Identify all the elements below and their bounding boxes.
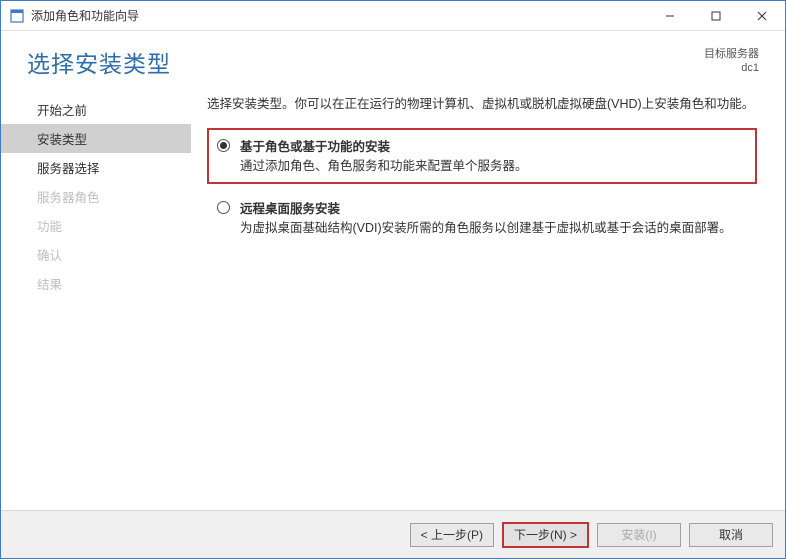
maximize-button[interactable] <box>693 1 739 31</box>
nav-features: 功能 <box>1 211 191 240</box>
option-remote-desktop-desc: 为虚拟桌面基础结构(VDI)安装所需的角色服务以创建基于虚拟机或基于会话的桌面部… <box>240 219 747 238</box>
nav-installation-type[interactable]: 安装类型 <box>1 124 191 153</box>
next-button[interactable]: 下一步(N) > <box>502 522 589 548</box>
minimize-button[interactable] <box>647 1 693 31</box>
previous-button[interactable]: < 上一步(P) <box>410 523 494 547</box>
nav-results: 结果 <box>1 269 191 298</box>
wizard-footer: < 上一步(P) 下一步(N) > 安装(I) 取消 <box>1 510 785 558</box>
titlebar: 添加角色和功能向导 <box>1 1 785 31</box>
content-description: 选择安装类型。你可以在正在运行的物理计算机、虚拟机或脱机虚拟硬盘(VHD)上安装… <box>207 95 757 114</box>
option-remote-desktop-title: 远程桌面服务安装 <box>240 198 747 217</box>
page-title: 选择安装类型 <box>27 45 171 79</box>
nav-confirmation: 确认 <box>1 240 191 269</box>
wizard-window: 添加角色和功能向导 选择安装类型 目标服务器 dc1 开始之前 安装类型 服务器… <box>0 0 786 559</box>
target-server-label: 目标服务器 <box>704 47 759 61</box>
nav-before-you-begin[interactable]: 开始之前 <box>1 95 191 124</box>
radio-remote-desktop[interactable] <box>217 201 230 214</box>
option-remote-desktop-text: 远程桌面服务安装 为虚拟桌面基础结构(VDI)安装所需的角色服务以创建基于虚拟机… <box>240 198 747 238</box>
nav-server-selection[interactable]: 服务器选择 <box>1 153 191 182</box>
app-icon <box>9 8 25 24</box>
cancel-button[interactable]: 取消 <box>689 523 773 547</box>
target-server-block: 目标服务器 dc1 <box>704 47 759 76</box>
radio-role-based[interactable] <box>217 139 230 152</box>
option-role-based-desc: 通过添加角色、角色服务和功能来配置单个服务器。 <box>240 157 747 176</box>
nav-server-roles: 服务器角色 <box>1 182 191 211</box>
install-button: 安装(I) <box>597 523 681 547</box>
window-title: 添加角色和功能向导 <box>31 7 647 24</box>
close-button[interactable] <box>739 1 785 31</box>
option-role-based-title: 基于角色或基于功能的安装 <box>240 136 747 155</box>
wizard-body: 开始之前 安装类型 服务器选择 服务器角色 功能 确认 结果 选择安装类型。你可… <box>1 91 785 510</box>
wizard-sidebar: 开始之前 安装类型 服务器选择 服务器角色 功能 确认 结果 <box>1 91 191 510</box>
option-remote-desktop[interactable]: 远程桌面服务安装 为虚拟桌面基础结构(VDI)安装所需的角色服务以创建基于虚拟机… <box>207 190 757 246</box>
target-server-value: dc1 <box>704 61 759 75</box>
option-role-based-text: 基于角色或基于功能的安装 通过添加角色、角色服务和功能来配置单个服务器。 <box>240 136 747 176</box>
wizard-header: 选择安装类型 目标服务器 dc1 <box>1 31 785 91</box>
option-role-based[interactable]: 基于角色或基于功能的安装 通过添加角色、角色服务和功能来配置单个服务器。 <box>207 128 757 184</box>
wizard-content: 选择安装类型。你可以在正在运行的物理计算机、虚拟机或脱机虚拟硬盘(VHD)上安装… <box>191 91 775 510</box>
